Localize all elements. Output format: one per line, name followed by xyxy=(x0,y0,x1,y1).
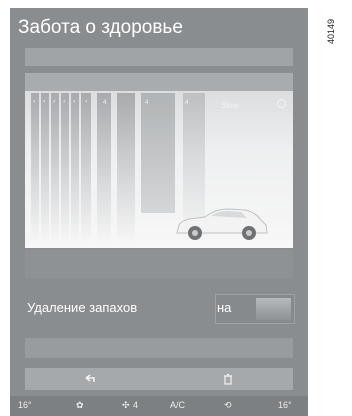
mode-text: Slow xyxy=(221,101,239,110)
health-care-screen: Забота о здоровье ⁴ ⁴ ⁴ ⁴ ⁴ ⁴ 4 4 4 Slow xyxy=(10,8,308,416)
ac-button[interactable]: A/C xyxy=(170,400,185,410)
segment-label: ⁴ xyxy=(85,100,88,106)
figure-code: 40149 xyxy=(326,18,336,44)
info-icon[interactable] xyxy=(277,99,286,108)
back-button[interactable] xyxy=(25,368,155,390)
header-band xyxy=(25,48,293,66)
deodorization-state: на xyxy=(217,300,232,315)
panel-stripe xyxy=(31,93,39,243)
car-icon xyxy=(176,208,268,240)
segment-label: ⁴ xyxy=(73,100,76,106)
delete-button[interactable] xyxy=(163,368,293,390)
page-title: Забота о здоровье xyxy=(18,17,183,38)
panel-stripe xyxy=(97,93,111,243)
segment-label: 4 xyxy=(103,100,107,106)
spacer-band xyxy=(25,250,293,278)
back-arrow-icon xyxy=(85,374,95,382)
panel-stripe xyxy=(61,93,69,243)
temp-left[interactable]: 16° xyxy=(18,400,32,410)
panel-stripe xyxy=(71,93,79,243)
panel-stripe xyxy=(41,93,49,243)
deodorization-label: Удаление запахов xyxy=(27,300,138,315)
panel-stripe xyxy=(51,93,59,243)
toggle-knob xyxy=(256,298,291,320)
fan-level-icon: ✣ xyxy=(122,400,130,410)
panel-top-bar xyxy=(25,73,293,91)
segment-label: 4 xyxy=(185,100,189,106)
recirculation-icon[interactable]: ⟲ xyxy=(224,400,232,411)
panel-stripe xyxy=(81,93,91,243)
segment-label: ⁴ xyxy=(63,100,66,106)
panel-stripe xyxy=(117,93,135,243)
deodorization-row[interactable]: Удаление запахов на xyxy=(25,288,295,328)
temp-right[interactable]: 16° xyxy=(278,400,292,410)
segment-label: ⁴ xyxy=(33,100,36,106)
panel-column xyxy=(141,93,175,213)
trash-icon xyxy=(224,373,232,385)
climate-status-bar: 16° ✿ ✣ 4 A/C ⟲ 16° xyxy=(10,396,308,416)
fan-level[interactable]: 4 xyxy=(133,400,138,410)
segment-label: ⁴ xyxy=(53,100,56,106)
segment-label: 4 xyxy=(145,100,149,106)
spacer-band xyxy=(25,338,293,358)
action-bar xyxy=(25,368,293,390)
fan-icon[interactable]: ✿ xyxy=(76,400,84,411)
segment-label: ⁴ xyxy=(43,100,46,106)
air-quality-panel: ⁴ ⁴ ⁴ ⁴ ⁴ ⁴ 4 4 4 Slow xyxy=(25,73,293,248)
